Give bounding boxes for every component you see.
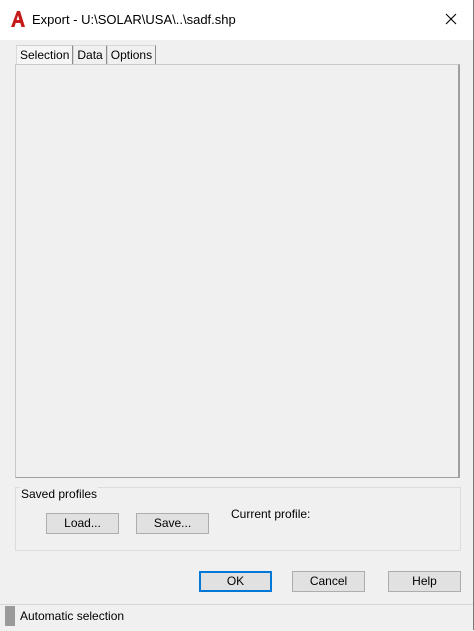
status-text: Automatic selection: [20, 609, 125, 623]
window-title: Export - U:\SOLAR\USA\..\sadf.shp: [32, 12, 236, 27]
close-button[interactable]: [428, 0, 474, 40]
status-grip: [5, 606, 15, 626]
title-bar: Export - U:\SOLAR\USA\..\sadf.shp: [0, 0, 474, 40]
tab-strip: Selection Data Options: [16, 45, 157, 65]
autocad-a-icon: [10, 10, 26, 28]
saved-profiles-label: Saved profiles: [20, 487, 99, 501]
current-profile-label: Current profile:: [231, 507, 311, 521]
save-profile-button[interactable]: Save...: [136, 513, 209, 534]
tab-selection[interactable]: Selection: [16, 45, 74, 64]
tab-options[interactable]: Options: [106, 45, 157, 64]
ok-button[interactable]: OK: [199, 571, 272, 592]
export-dialog: Export - U:\SOLAR\USA\..\sadf.shp Select…: [0, 0, 474, 631]
close-icon: [445, 13, 457, 28]
load-profile-button[interactable]: Load...: [46, 513, 119, 534]
tab-data[interactable]: Data: [73, 45, 107, 64]
help-button[interactable]: Help: [388, 571, 461, 592]
cancel-button[interactable]: Cancel: [292, 571, 365, 592]
selection-tab-panel: [15, 64, 460, 478]
